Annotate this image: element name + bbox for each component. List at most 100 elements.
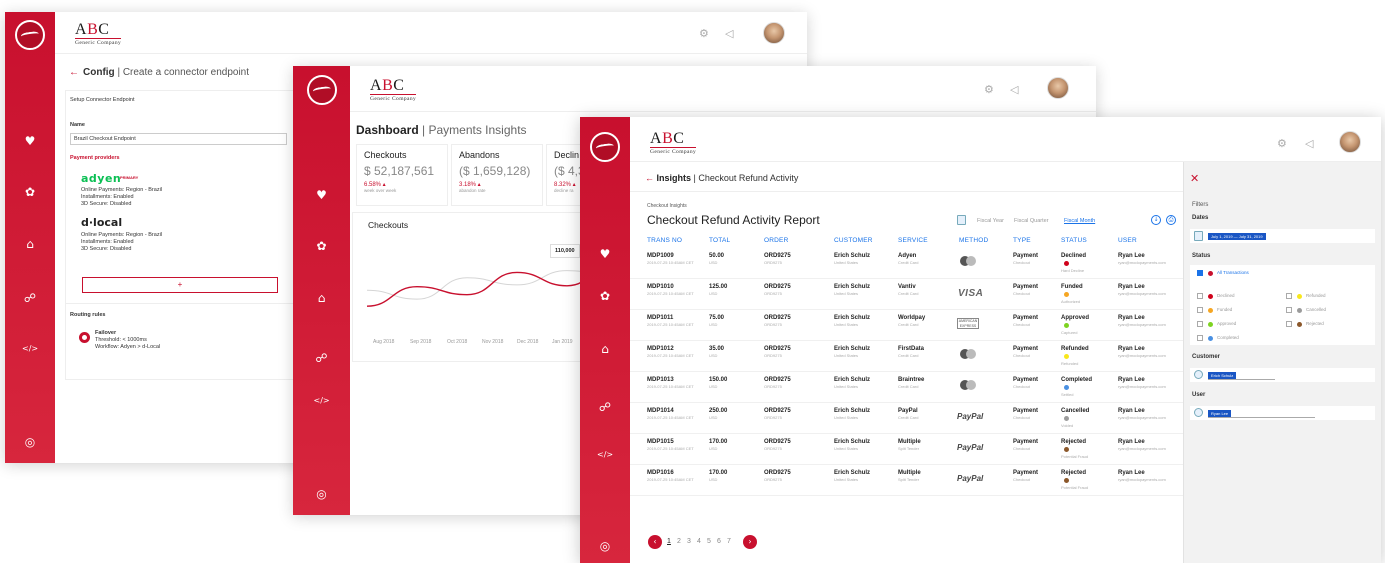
- table-row[interactable]: MDP1013 2019-07-25 10:45AM CET 150.00 USD OR…: [630, 373, 1183, 403]
- provider-line: Installments: Enabled: [81, 239, 134, 245]
- avatar[interactable]: [763, 22, 785, 44]
- status-dot: [1297, 294, 1302, 299]
- code-icon[interactable]: </>: [22, 342, 38, 356]
- inbox-icon[interactable]: ⌂: [314, 291, 330, 305]
- lifebuoy-icon[interactable]: ◎: [314, 487, 330, 501]
- table-row[interactable]: MDP1009 2019-07-25 10:45AM CET 50.00 USD ORD…: [630, 249, 1183, 279]
- gear-icon[interactable]: ✿: [22, 185, 38, 199]
- user-chip[interactable]: Ryan Lee: [1208, 410, 1232, 417]
- heart-icon[interactable]: ♥: [597, 247, 613, 261]
- status-option-label: Rejected: [1306, 321, 1324, 326]
- arrow-left-icon[interactable]: ←: [645, 173, 654, 183]
- megaphone-icon[interactable]: ◁: [1010, 83, 1018, 96]
- dates-field[interactable]: July 1, 2019 — July 31, 2019: [1190, 229, 1375, 243]
- provider-adyen-name[interactable]: adyen: [81, 172, 121, 185]
- period-fiscal-year[interactable]: Fiscal Year: [977, 218, 1004, 224]
- period-fiscal-quarter[interactable]: Fiscal Quarter: [1014, 218, 1049, 224]
- settings-icon[interactable]: ⚙: [699, 27, 709, 40]
- calendar-icon[interactable]: [1194, 231, 1203, 241]
- user-field[interactable]: Ryan Lee: [1190, 406, 1375, 420]
- network-icon[interactable]: ☍: [314, 351, 330, 365]
- col-header[interactable]: SERVICE: [898, 237, 928, 244]
- table-row[interactable]: MDP1010 2019-07-25 10:45AM CET 125.00 USD OR…: [630, 280, 1183, 310]
- kpi-abandons[interactable]: Abandons ($ 1,659,128) 3.18% ▴ abandon r…: [451, 144, 543, 206]
- wave-logo-icon[interactable]: [590, 132, 620, 162]
- heart-icon[interactable]: ♥: [314, 188, 330, 202]
- rule-name[interactable]: Failover: [95, 330, 116, 336]
- mastercard-logo-icon: [960, 380, 976, 390]
- cell-status: Rejected Potential Fraud: [1061, 470, 1089, 490]
- period-fiscal-month[interactable]: Fiscal Month: [1064, 218, 1095, 224]
- arrow-left-icon[interactable]: ←: [69, 67, 79, 78]
- col-header[interactable]: USER: [1118, 237, 1137, 244]
- section-label: Setup Connector Endpoint: [70, 97, 135, 103]
- close-icon[interactable]: ✕: [1190, 172, 1199, 185]
- megaphone-icon[interactable]: ◁: [1305, 137, 1313, 150]
- page-number[interactable]: 4: [697, 538, 701, 545]
- page-number[interactable]: 6: [717, 538, 721, 545]
- page-number[interactable]: 1: [667, 538, 671, 545]
- date-range-chip[interactable]: July 1, 2019 — July 31, 2019: [1208, 233, 1266, 240]
- next-page-button[interactable]: ›: [743, 535, 757, 549]
- col-header[interactable]: STATUS: [1061, 237, 1087, 244]
- network-icon[interactable]: ☍: [597, 400, 613, 414]
- status-dot: [1064, 353, 1069, 359]
- all-transactions-checkbox[interactable]: [1197, 270, 1203, 276]
- prev-page-button[interactable]: ‹: [648, 535, 662, 549]
- table-row[interactable]: MDP1015 2019-07-25 10:45AM CET 170.00 USD OR…: [630, 435, 1183, 465]
- provider-line: 3D Secure: Disabled: [81, 246, 132, 252]
- mastercard-logo-icon: [960, 256, 976, 266]
- col-header[interactable]: CUSTOMER: [834, 237, 873, 244]
- status-checkbox[interactable]: [1286, 307, 1292, 313]
- cell-type: Payment Checkout: [1013, 377, 1039, 389]
- status-checkbox[interactable]: [1286, 321, 1292, 327]
- table-row[interactable]: MDP1014 2019-07-25 10:45AM CET 250.00 USD OR…: [630, 404, 1183, 434]
- page-number[interactable]: 3: [687, 538, 691, 545]
- provider-dlocal-name[interactable]: d·local: [81, 216, 122, 229]
- settings-icon[interactable]: ⚙: [984, 83, 994, 96]
- print-icon[interactable]: ⎙: [1166, 215, 1176, 225]
- page-number[interactable]: 5: [707, 538, 711, 545]
- megaphone-icon[interactable]: ◁: [725, 27, 733, 40]
- wave-logo-icon[interactable]: [15, 20, 45, 50]
- wave-logo-icon[interactable]: [306, 75, 337, 105]
- col-header[interactable]: METHOD: [959, 237, 988, 244]
- gear-icon[interactable]: ✿: [314, 239, 330, 253]
- network-icon[interactable]: ☍: [22, 291, 38, 305]
- code-icon[interactable]: </>: [314, 394, 330, 408]
- status-checkbox[interactable]: [1197, 307, 1203, 313]
- download-icon[interactable]: ↓: [1151, 215, 1161, 225]
- col-header[interactable]: TRANS NO: [647, 237, 682, 244]
- col-header[interactable]: TYPE: [1013, 237, 1031, 244]
- settings-icon[interactable]: ⚙: [1277, 137, 1287, 150]
- status-checkbox[interactable]: [1286, 293, 1292, 299]
- inbox-icon[interactable]: ⌂: [22, 237, 38, 251]
- lifebuoy-icon[interactable]: ◎: [597, 539, 613, 553]
- status-checkbox[interactable]: [1197, 293, 1203, 299]
- table-row[interactable]: MDP1012 2019-07-25 10:45AM CET 35.00 USD ORD…: [630, 342, 1183, 372]
- heart-icon[interactable]: ♥: [22, 134, 38, 148]
- provider-line: Online Payments: Region - Brazil: [81, 187, 163, 193]
- name-input[interactable]: Brazil Checkout Endpoint: [70, 133, 287, 145]
- lifebuoy-icon[interactable]: ◎: [22, 435, 38, 449]
- page-number[interactable]: 2: [677, 538, 681, 545]
- add-provider-button[interactable]: +: [82, 277, 278, 293]
- col-header[interactable]: ORDER: [764, 237, 788, 244]
- kpi-checkouts[interactable]: Checkouts $ 52,187,561 6.58% ▴ week over…: [356, 144, 448, 206]
- status-checkbox[interactable]: [1197, 321, 1203, 327]
- customer-chip[interactable]: Erich Schulz: [1208, 372, 1237, 379]
- avatar[interactable]: [1339, 131, 1361, 153]
- inbox-icon[interactable]: ⌂: [597, 342, 613, 356]
- customer-field[interactable]: Erich Schulz: [1190, 368, 1375, 382]
- providers-label: Payment providers: [70, 155, 120, 161]
- status-checkbox[interactable]: [1197, 335, 1203, 341]
- page-number[interactable]: 7: [727, 538, 731, 545]
- table-row[interactable]: MDP1016 2019-07-25 10:45AM CET 170.00 USD OR…: [630, 466, 1183, 496]
- gear-icon[interactable]: ✿: [597, 289, 613, 303]
- avatar[interactable]: [1047, 77, 1069, 99]
- table-row[interactable]: MDP1011 2019-07-25 10:45AM CET 75.00 USD ORD…: [630, 311, 1183, 341]
- status-dot: [1064, 415, 1069, 421]
- col-header[interactable]: TOTAL: [709, 237, 730, 244]
- code-icon[interactable]: </>: [597, 448, 613, 462]
- calendar-icon[interactable]: [957, 215, 966, 225]
